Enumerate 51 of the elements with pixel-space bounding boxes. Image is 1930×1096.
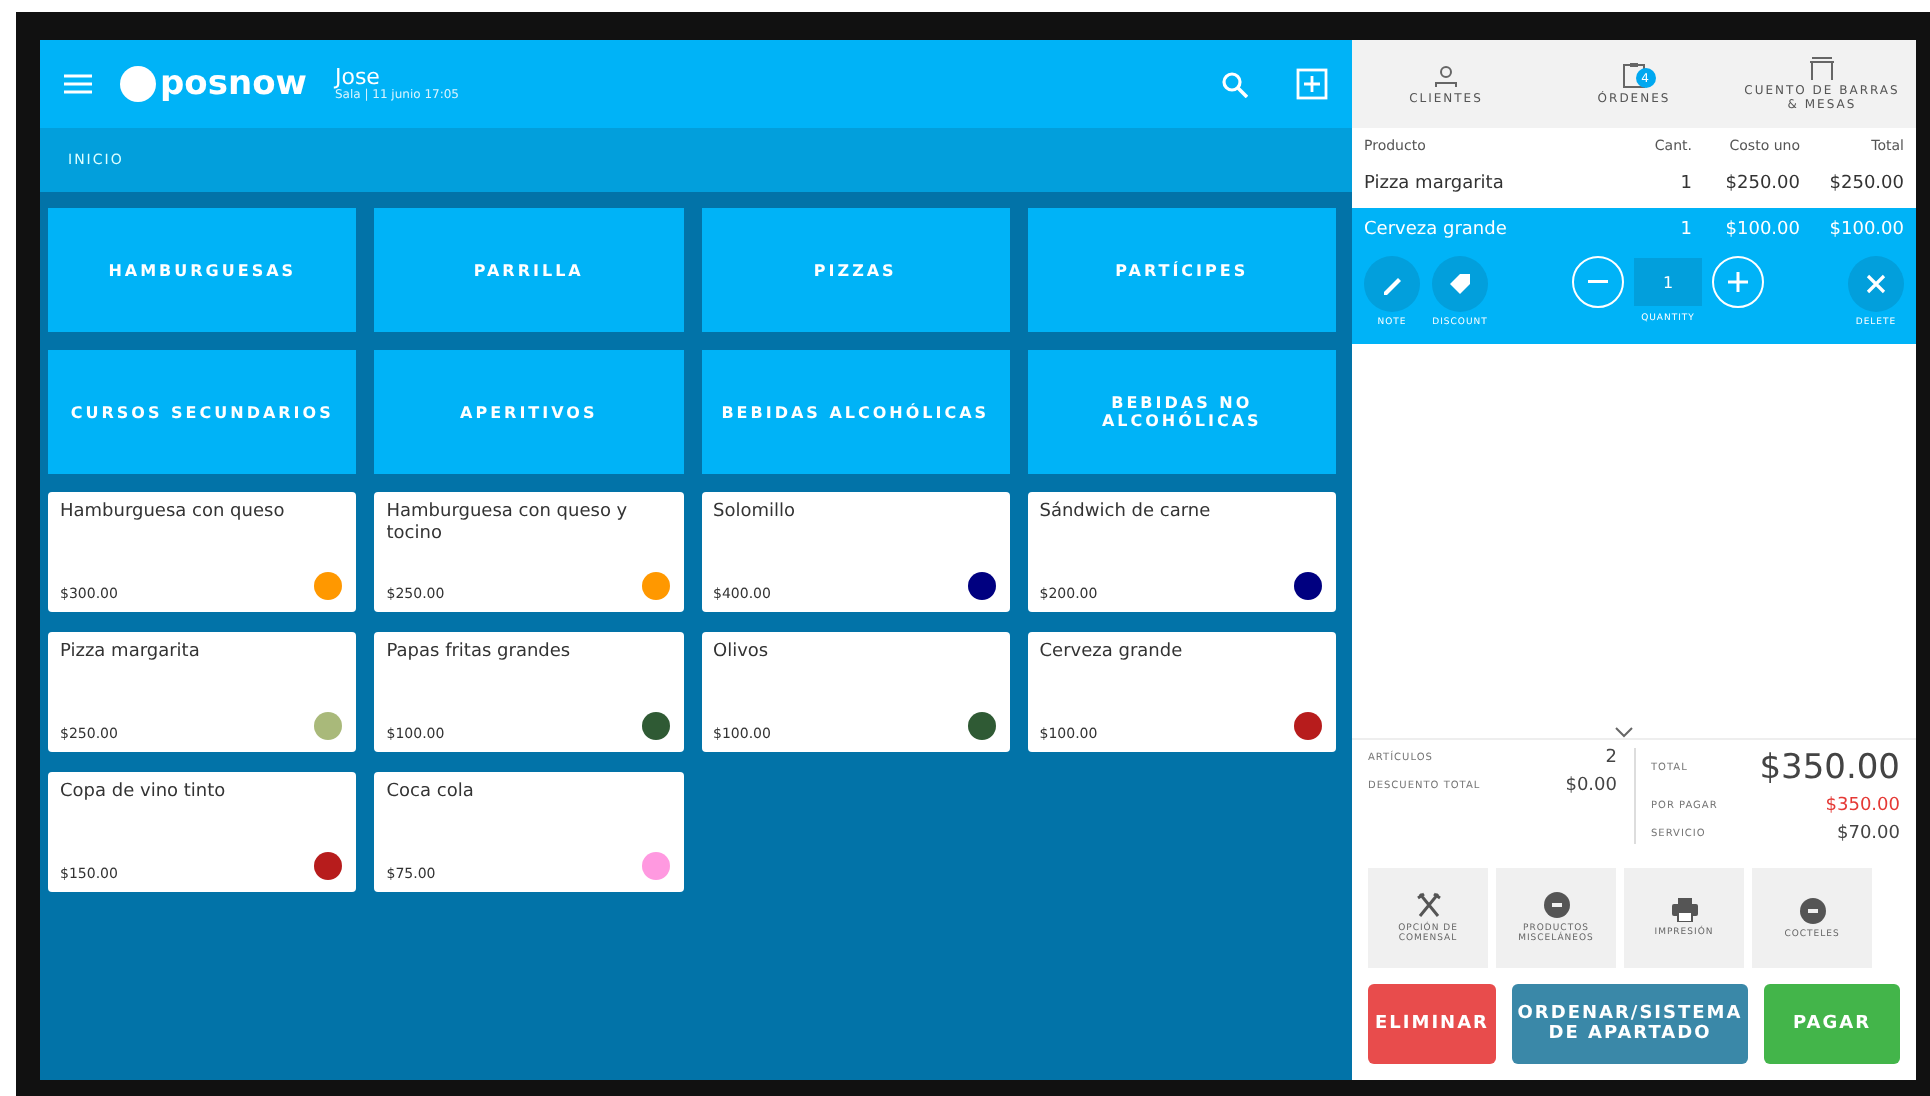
clipboard-icon: [1622, 62, 1646, 88]
logo: posnow: [160, 64, 307, 104]
cutlery-icon: [1415, 892, 1441, 918]
product-name: Cerveza grande: [1039, 642, 1185, 665]
table-cell-text: $250.00: [1827, 174, 1904, 194]
chevron-down-icon[interactable]: [1614, 726, 1634, 738]
table-cell-text: $250.00: [1723, 174, 1800, 194]
printer-icon: [1671, 898, 1697, 922]
table-cell-text: Cerveza grande: [1364, 220, 1509, 240]
search-icon[interactable]: [1222, 71, 1248, 97]
logo-icon: [120, 66, 156, 102]
table-cell-text: Pizza margarita: [1364, 174, 1506, 194]
discount-button[interactable]: [1432, 256, 1488, 312]
table-cell-text: 1: [1678, 174, 1692, 194]
product-name: Copa de vino tinto: [60, 782, 228, 805]
delete-button[interactable]: [1848, 256, 1904, 312]
quantity-field[interactable]: 1: [1634, 258, 1702, 306]
summary-value: $350.00: [1759, 748, 1900, 788]
product-name: Hamburguesa con queso: [60, 502, 287, 525]
decrease-button[interactable]: [1572, 256, 1624, 308]
plus-icon: [1728, 272, 1748, 292]
product-name: Olivos: [713, 642, 771, 665]
note-button[interactable]: [1364, 256, 1420, 312]
circle-icon: [1543, 892, 1569, 918]
table-icon: [1808, 56, 1836, 80]
action-button[interactable]: ELIMINAR: [1368, 984, 1496, 1064]
order-row[interactable]: Pizza margarita 1 $250.00 $250.00: [1352, 164, 1916, 204]
table-cell-text: $100.00: [1723, 220, 1800, 240]
summary-value: $0.00: [1565, 776, 1617, 796]
product-name: Coca cola: [386, 782, 476, 805]
minus-icon: [1588, 280, 1608, 284]
person-icon: [1434, 63, 1458, 87]
summary-value: $350.00: [1825, 796, 1900, 816]
increase-button[interactable]: [1712, 256, 1764, 308]
product-name: Solomillo: [713, 502, 798, 525]
summary-value: $70.00: [1837, 824, 1900, 844]
product-name: Pizza margarita: [60, 642, 202, 665]
tag-icon: [1448, 272, 1472, 296]
menu-icon[interactable]: [64, 74, 92, 94]
table-cell-text: 1: [1678, 220, 1692, 240]
pencil-icon: [1380, 272, 1404, 296]
close-icon: [1866, 274, 1886, 294]
add-box-icon[interactable]: [1296, 68, 1328, 100]
product-name: Hamburguesa con queso y tocino: [386, 502, 630, 547]
action-button[interactable]: ORDENAR/SISTEMA DE APARTADO: [1512, 984, 1748, 1064]
table-cell-text: $100.00: [1827, 220, 1904, 240]
circle-icon: [1799, 897, 1825, 923]
product-name: Sándwich de carne: [1039, 502, 1213, 525]
product-name: Papas fritas grandes: [386, 642, 573, 665]
user-name: Jose: [334, 65, 380, 90]
summary-value: 2: [1605, 748, 1617, 768]
